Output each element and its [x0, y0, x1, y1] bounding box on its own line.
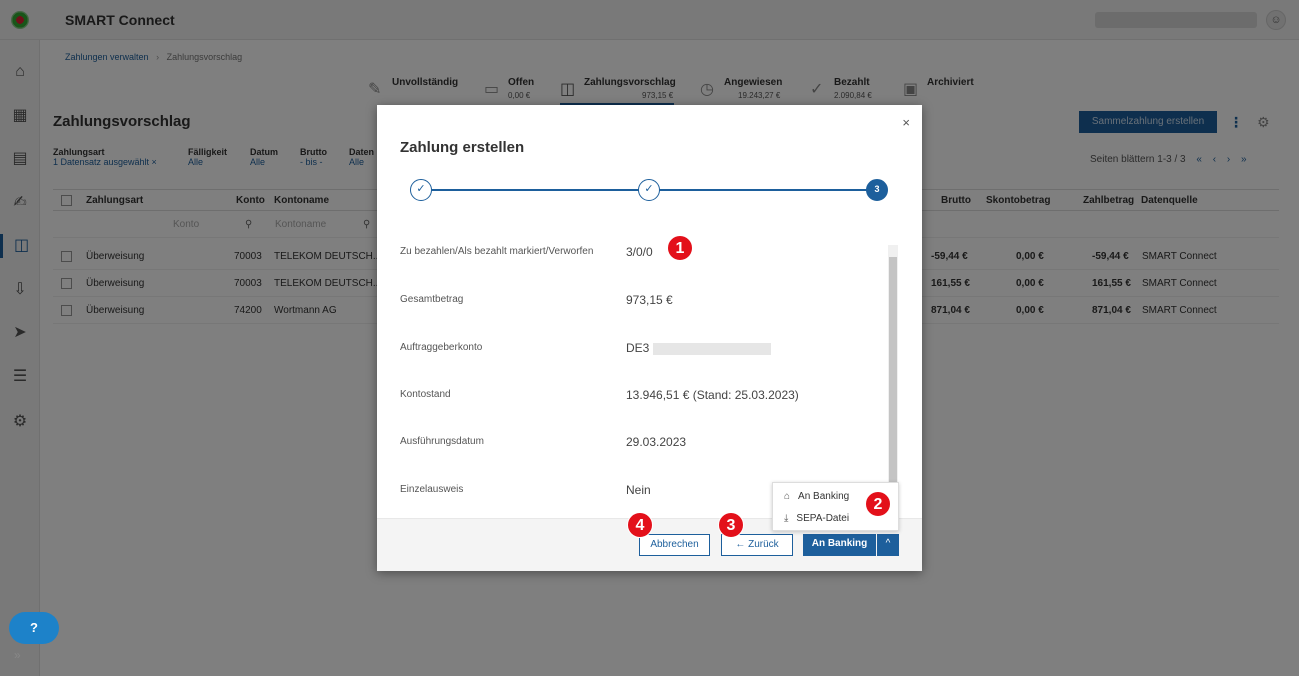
cancel-button[interactable]: Abbrechen: [639, 534, 710, 556]
summary-label: Gesamtbetrag: [400, 294, 464, 305]
chevron-up-icon[interactable]: ^: [877, 534, 899, 556]
help-button[interactable]: ?: [9, 612, 59, 644]
menu-item-an-banking[interactable]: ⌂ An Banking: [784, 491, 849, 502]
summary-row: Gesamtbetrag 973,15 €: [377, 278, 922, 318]
callout-badge-4: 4: [627, 512, 653, 538]
summary-label: Auftraggeberkonto: [400, 342, 483, 353]
iban-prefix: DE3: [626, 341, 650, 355]
expand-sidebar-icon[interactable]: »: [14, 648, 21, 662]
summary-value: DE3: [626, 341, 772, 355]
dialog-title: Zahlung erstellen: [400, 139, 525, 156]
iban-redacted: [653, 342, 772, 355]
summary-value: 29.03.2023: [626, 435, 687, 449]
summary-label: Einzelausweis: [400, 484, 464, 495]
close-icon[interactable]: ×: [902, 115, 910, 130]
summary-row: Kontostand 13.946,51 € (Stand: 25.03.202…: [377, 373, 922, 413]
step-2-check-icon: ✓: [638, 179, 660, 201]
callout-badge-3: 3: [718, 512, 744, 538]
step-1-check-icon: ✓: [410, 179, 432, 201]
summary-row: Zu bezahlen/Als bezahlt markiert/Verworf…: [377, 230, 922, 270]
menu-item-sepa-datei[interactable]: ⤓ SEPA-Datei: [784, 513, 849, 524]
menu-item-label: An Banking: [798, 491, 850, 502]
menu-item-label: SEPA-Datei: [796, 513, 850, 524]
scrollbar-thumb[interactable]: [889, 257, 897, 482]
dialog-summary: Zu bezahlen/Als bezahlt markiert/Verworf…: [377, 230, 922, 518]
summary-value: 3/0/0: [626, 245, 653, 259]
callout-badge-2: 2: [865, 491, 891, 517]
summary-value: 973,15 €: [626, 293, 673, 307]
summary-label: Zu bezahlen/Als bezahlt markiert/Verworf…: [400, 246, 594, 257]
bank-icon: ⌂: [784, 491, 791, 502]
step-3-current: 3: [866, 179, 888, 201]
an-banking-button[interactable]: An Banking: [803, 534, 876, 556]
callout-badge-1: 1: [667, 235, 693, 261]
summary-label: Ausführungsdatum: [400, 436, 484, 447]
summary-row: Ausführungsdatum 29.03.2023: [377, 420, 922, 460]
summary-value: 13.946,51 € (Stand: 25.03.2023): [626, 388, 799, 402]
summary-value: Nein: [626, 483, 651, 497]
dialog-scrollbar[interactable]: [888, 245, 898, 485]
download-icon: ⤓: [784, 513, 789, 524]
summary-row: Auftraggeberkonto DE3: [377, 326, 922, 366]
summary-label: Kontostand: [400, 389, 451, 400]
